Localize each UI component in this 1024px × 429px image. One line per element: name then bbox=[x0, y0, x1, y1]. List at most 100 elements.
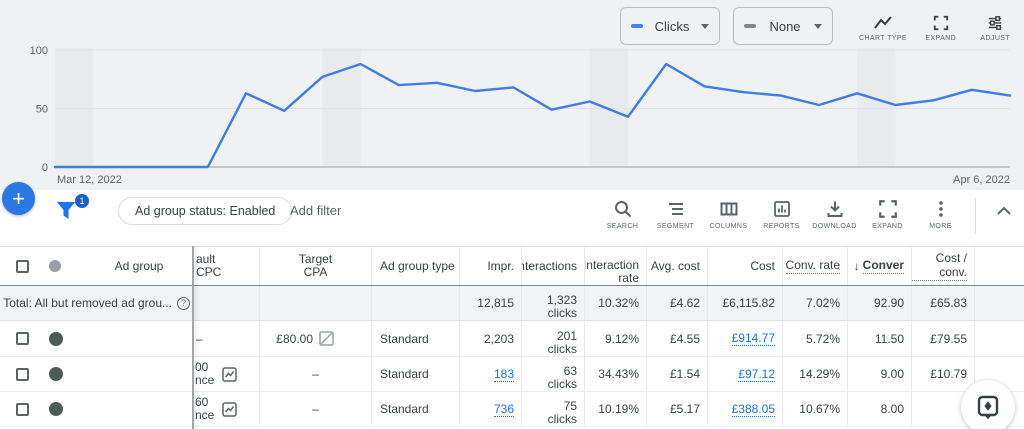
row-filler-cell bbox=[975, 321, 1024, 356]
total-type-cell bbox=[372, 286, 460, 320]
row-status-cell bbox=[45, 357, 85, 391]
cost-per-conv-cell: £10.79 bbox=[912, 357, 975, 391]
row-checkbox-cell bbox=[0, 392, 45, 426]
interactions-unit: clicks bbox=[548, 413, 577, 426]
columns-label: COLUMNS bbox=[710, 223, 748, 230]
status-enabled-icon[interactable] bbox=[49, 402, 63, 416]
more-button[interactable]: MORE bbox=[914, 196, 967, 230]
segment-button[interactable]: SEGMENT bbox=[649, 196, 702, 230]
col-header-avg-cost[interactable]: Avg. cost bbox=[647, 247, 708, 285]
table-row: – £80.00 Standard 2,203 201 clicks 9.12%… bbox=[0, 321, 1024, 357]
total-target-cpa-cell bbox=[260, 286, 372, 320]
target-cpa-cell: – bbox=[260, 357, 372, 391]
avg-cost-cell: £1.54 bbox=[647, 357, 708, 391]
cost-link[interactable]: £914.77 bbox=[732, 331, 775, 346]
col-header-target-cpa[interactable]: Target CPA bbox=[260, 247, 372, 285]
ad-group-type-cell: Standard bbox=[372, 321, 460, 356]
row-checkbox[interactable] bbox=[16, 368, 29, 381]
filter-chip-ad-group-status[interactable]: Ad group status: Enabled bbox=[118, 197, 292, 225]
filter-funnel-button[interactable]: 1 bbox=[55, 198, 85, 228]
ad-group-name-cell[interactable] bbox=[85, 321, 193, 356]
target-cpa-cell[interactable]: £80.00 bbox=[260, 321, 372, 356]
default-max-cpc-cell[interactable]: – bbox=[193, 321, 260, 356]
conv-rate-header-text: Conv. rate bbox=[786, 258, 840, 274]
cost-cell: £914.77 bbox=[708, 321, 783, 356]
col-header-cost-per-conv[interactable]: Cost / conv. bbox=[912, 247, 975, 285]
reports-label: REPORTS bbox=[763, 223, 800, 230]
expand-table-button[interactable]: EXPAND bbox=[861, 196, 914, 230]
chart-controls: Clicks None CHART TYPE EXPAND bbox=[620, 4, 1016, 48]
default-max-cpc-cell[interactable]: 60 nce bbox=[193, 392, 260, 426]
collapse-table-button[interactable] bbox=[986, 196, 1022, 219]
chevron-up-icon bbox=[996, 206, 1012, 216]
total-conversions: 92.90 bbox=[848, 286, 912, 320]
bid-strategy-chart-icon[interactable] bbox=[221, 401, 238, 418]
cost-cell: £388.05 bbox=[708, 392, 783, 426]
add-button[interactable]: + bbox=[2, 182, 35, 215]
cost-link[interactable]: £388.05 bbox=[732, 402, 775, 417]
col-header-conv-rate[interactable]: Conv. rate bbox=[783, 247, 848, 285]
row-checkbox[interactable] bbox=[16, 332, 29, 345]
google-ads-screen: 100500Mar 12, 2022Apr 6, 2022 Clicks Non… bbox=[0, 0, 1024, 429]
bid-strategy-chart-icon[interactable] bbox=[221, 366, 238, 383]
total-row: Total: All but removed ad grou... ? 12,8… bbox=[0, 286, 1024, 321]
impr-link[interactable]: 736 bbox=[494, 402, 514, 417]
add-filter-button[interactable]: Add filter bbox=[290, 203, 341, 218]
col-header-cost[interactable]: Cost bbox=[708, 247, 783, 285]
search-icon bbox=[613, 199, 633, 219]
col-header-impr[interactable]: Impr. bbox=[460, 247, 522, 285]
reports-button[interactable]: REPORTS bbox=[755, 196, 808, 230]
metric-dropdown-primary[interactable]: Clicks bbox=[620, 7, 720, 45]
cost-per-conv-header-text: Cost / conv. bbox=[912, 251, 967, 281]
ad-group-name-cell[interactable] bbox=[85, 357, 193, 391]
more-label: MORE bbox=[929, 223, 952, 230]
select-all-checkbox[interactable] bbox=[16, 260, 29, 273]
row-checkbox-cell bbox=[0, 357, 45, 391]
feedback-fab[interactable] bbox=[961, 380, 1015, 429]
frozen-columns-divider[interactable] bbox=[192, 246, 194, 429]
interactions-cell: 75 clicks bbox=[522, 392, 585, 426]
segment-label: SEGMENT bbox=[657, 223, 694, 230]
columns-button[interactable]: COLUMNS bbox=[702, 196, 755, 230]
none-series-swatch bbox=[744, 24, 756, 28]
chart-expand-button[interactable]: EXPAND bbox=[920, 11, 962, 42]
search-button[interactable]: SEARCH bbox=[596, 196, 649, 230]
clicks-series-swatch bbox=[631, 24, 643, 28]
col-header-conversions-sorted[interactable]: ↓ Conver bbox=[848, 247, 912, 285]
metric-dropdown-secondary[interactable]: None bbox=[733, 7, 833, 45]
status-enabled-icon[interactable] bbox=[49, 367, 63, 381]
table-toolbar-icons: SEARCH SEGMENT COLUMNS bbox=[596, 196, 1022, 234]
total-interactions: 1,323 clicks bbox=[522, 286, 585, 320]
total-impr: 12,815 bbox=[460, 286, 522, 320]
more-vertical-icon bbox=[931, 199, 951, 219]
download-button[interactable]: DOWNLOAD bbox=[808, 196, 861, 230]
ad-group-type-cell: Standard bbox=[372, 357, 460, 391]
col-header-interactions[interactable]: Interactions bbox=[522, 247, 585, 285]
col-header-default-max-cpc[interactable]: ault CPC bbox=[193, 247, 260, 285]
conv-rate-cell: 14.29% bbox=[783, 357, 848, 391]
avg-cost-cell: £5.17 bbox=[647, 392, 708, 426]
default-max-cpc-cell[interactable]: 00 nce bbox=[193, 357, 260, 391]
col-header-ad-group-type[interactable]: Ad group type bbox=[372, 247, 460, 285]
status-column-icon bbox=[49, 260, 61, 272]
ad-group-name-cell[interactable] bbox=[85, 392, 193, 426]
impr-link[interactable]: 183 bbox=[494, 367, 514, 382]
conversions-cell: 11.50 bbox=[848, 321, 912, 356]
chart-type-button[interactable]: CHART TYPE bbox=[859, 11, 907, 42]
avg-cost-cell: £4.55 bbox=[647, 321, 708, 356]
total-cost-per-conv: £65.83 bbox=[912, 286, 975, 320]
toolbar-divider bbox=[975, 198, 976, 234]
chevron-down-icon bbox=[814, 24, 822, 29]
segment-icon bbox=[666, 199, 686, 219]
cost-link[interactable]: £97.12 bbox=[738, 367, 775, 382]
reports-icon bbox=[772, 199, 792, 219]
conv-rate-cell: 5.72% bbox=[783, 321, 848, 356]
help-icon[interactable]: ? bbox=[177, 297, 190, 310]
interaction-rate-cell: 34.43% bbox=[585, 357, 647, 391]
row-checkbox[interactable] bbox=[16, 403, 29, 416]
col-header-ad-group[interactable]: Ad group bbox=[85, 247, 193, 285]
col-header-interaction-rate[interactable]: Interaction rate bbox=[585, 247, 647, 285]
status-enabled-icon[interactable] bbox=[49, 332, 63, 346]
total-cpc-cell bbox=[193, 286, 260, 320]
chart-adjust-button[interactable]: ADJUST bbox=[974, 11, 1016, 42]
